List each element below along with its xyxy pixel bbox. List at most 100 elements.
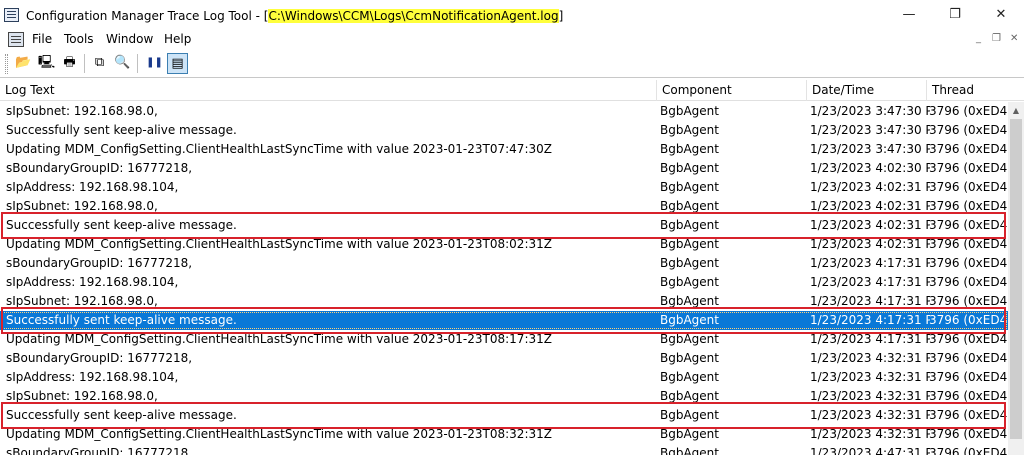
app-icon bbox=[4, 8, 19, 22]
close-button[interactable]: ✕ bbox=[978, 0, 1024, 30]
component-cell: BgbAgent bbox=[660, 408, 719, 422]
thread-cell: 3796 (0xED4) bbox=[929, 408, 1007, 422]
component-cell: BgbAgent bbox=[660, 161, 719, 175]
log-row[interactable]: Updating MDM_ConfigSetting.ClientHealthL… bbox=[0, 235, 1008, 254]
log-text-cell: Updating MDM_ConfigSetting.ClientHealthL… bbox=[6, 427, 552, 441]
scrollbar-thumb[interactable] bbox=[1010, 119, 1022, 439]
mdi-minimize-button[interactable]: _ bbox=[976, 33, 981, 44]
datetime-cell: 1/23/2023 4:47:31 PM bbox=[810, 446, 930, 455]
datetime-cell: 1/23/2023 3:47:30 PM bbox=[810, 142, 930, 156]
thread-cell: 3796 (0xED4) bbox=[929, 256, 1007, 270]
open-remote-icon[interactable]: 🖳 bbox=[36, 53, 57, 74]
pause-icon[interactable]: ❚❚ bbox=[144, 53, 165, 74]
thread-cell: 3796 (0xED4) bbox=[929, 332, 1007, 346]
column-header-row: Log Text Component Date/Time Thread bbox=[0, 80, 1024, 101]
log-row[interactable]: sIpSubnet: 192.168.98.0, BgbAgent 1/23/202… bbox=[0, 102, 1008, 121]
highlight-icon[interactable]: ▤ bbox=[167, 53, 188, 74]
thread-cell: 3796 (0xED4) bbox=[929, 180, 1007, 194]
log-row[interactable]: sBoundaryGroupID: 16777218, BgbAgent 1/23/… bbox=[0, 159, 1008, 178]
column-header-component[interactable]: Component bbox=[657, 80, 807, 101]
column-header-log-text[interactable]: Log Text bbox=[0, 80, 657, 101]
open-icon[interactable]: 📂 bbox=[13, 53, 34, 74]
copy-icon[interactable]: ⧉ bbox=[89, 53, 110, 74]
log-row[interactable]: Successfully sent keep-alive message. Bgb… bbox=[0, 311, 1008, 330]
column-header-datetime[interactable]: Date/Time bbox=[807, 80, 927, 101]
datetime-cell: 1/23/2023 4:17:31 PM bbox=[810, 313, 930, 327]
log-row[interactable]: sBoundaryGroupID: 16777218, BgbAgent 1/23/… bbox=[0, 444, 1008, 455]
component-cell: BgbAgent bbox=[660, 427, 719, 441]
log-text-cell: sIpSubnet: 192.168.98.0, bbox=[6, 199, 158, 213]
log-text-cell: sIpSubnet: 192.168.98.0, bbox=[6, 294, 158, 308]
print-icon[interactable]: 🖶 bbox=[59, 53, 80, 74]
thread-cell: 3796 (0xED4) bbox=[929, 389, 1007, 403]
toolbar-separator bbox=[84, 54, 85, 73]
thread-cell: 3796 (0xED4) bbox=[929, 370, 1007, 384]
log-text-cell: sIpAddress: 192.168.98.104, bbox=[6, 180, 179, 194]
menu-file[interactable]: File bbox=[32, 32, 52, 46]
datetime-cell: 1/23/2023 4:02:31 PM bbox=[810, 180, 930, 194]
menu-window[interactable]: Window bbox=[106, 32, 153, 46]
thread-cell: 3796 (0xED4) bbox=[929, 446, 1007, 455]
component-cell: BgbAgent bbox=[660, 142, 719, 156]
log-text-cell: sBoundaryGroupID: 16777218, bbox=[6, 256, 193, 270]
component-cell: BgbAgent bbox=[660, 256, 719, 270]
thread-cell: 3796 (0xED4) bbox=[929, 142, 1007, 156]
log-row[interactable]: sIpAddress: 192.168.98.104, BgbAgent 1/23/… bbox=[0, 273, 1008, 292]
log-row[interactable]: Updating MDM_ConfigSetting.ClientHealthL… bbox=[0, 425, 1008, 444]
log-row[interactable]: Updating MDM_ConfigSetting.ClientHealthL… bbox=[0, 330, 1008, 349]
log-row[interactable]: sBoundaryGroupID: 16777218, BgbAgent 1/23/… bbox=[0, 254, 1008, 273]
log-row[interactable]: sBoundaryGroupID: 16777218, BgbAgent 1/23/… bbox=[0, 349, 1008, 368]
component-cell: BgbAgent bbox=[660, 389, 719, 403]
toolbar-grip[interactable] bbox=[5, 54, 8, 74]
log-text-cell: Successfully sent keep-alive message. bbox=[6, 313, 237, 327]
scroll-up-icon[interactable]: ▲ bbox=[1008, 102, 1024, 119]
thread-cell: 3796 (0xED4) bbox=[929, 123, 1007, 137]
vertical-scrollbar[interactable]: ▲ bbox=[1008, 102, 1024, 455]
toolbar-separator bbox=[137, 54, 138, 73]
thread-cell: 3796 (0xED4) bbox=[929, 199, 1007, 213]
thread-cell: 3796 (0xED4) bbox=[929, 161, 1007, 175]
log-row[interactable]: Successfully sent keep-alive message. Bgb… bbox=[0, 121, 1008, 140]
component-cell: BgbAgent bbox=[660, 313, 719, 327]
thread-cell: 3796 (0xED4) bbox=[929, 218, 1007, 232]
log-row[interactable]: Successfully sent keep-alive message. Bgb… bbox=[0, 406, 1008, 425]
component-cell: BgbAgent bbox=[660, 332, 719, 346]
component-cell: BgbAgent bbox=[660, 294, 719, 308]
log-text-cell: sBoundaryGroupID: 16777218, bbox=[6, 446, 193, 455]
window-title: Configuration Manager Trace Log Tool - [… bbox=[26, 9, 563, 23]
log-grid: Log Text Component Date/Time Thread sIpS… bbox=[0, 80, 1024, 455]
title-bar: Configuration Manager Trace Log Tool - [… bbox=[0, 0, 1024, 30]
minimize-button[interactable]: — bbox=[886, 0, 932, 30]
log-text-cell: sBoundaryGroupID: 16777218, bbox=[6, 161, 193, 175]
log-row[interactable]: sIpAddress: 192.168.98.104, BgbAgent 1/23/… bbox=[0, 178, 1008, 197]
component-cell: BgbAgent bbox=[660, 180, 719, 194]
mdi-close-button[interactable]: ✕ bbox=[1010, 33, 1018, 44]
thread-cell: 3796 (0xED4) bbox=[929, 104, 1007, 118]
log-text-cell: sIpSubnet: 192.168.98.0, bbox=[6, 389, 158, 403]
log-row[interactable]: Successfully sent keep-alive message. Bgb… bbox=[0, 216, 1008, 235]
menu-help[interactable]: Help bbox=[164, 32, 191, 46]
log-row[interactable]: sIpSubnet: 192.168.98.0, BgbAgent 1/23/202… bbox=[0, 387, 1008, 406]
datetime-cell: 1/23/2023 4:32:31 PM bbox=[810, 370, 930, 384]
restore-button[interactable]: ❐ bbox=[932, 0, 978, 30]
log-row[interactable]: Updating MDM_ConfigSetting.ClientHealthL… bbox=[0, 140, 1008, 159]
thread-cell: 3796 (0xED4) bbox=[929, 427, 1007, 441]
log-row[interactable]: sIpSubnet: 192.168.98.0, BgbAgent 1/23/202… bbox=[0, 292, 1008, 311]
datetime-cell: 1/23/2023 4:32:31 PM bbox=[810, 351, 930, 365]
datetime-cell: 1/23/2023 4:17:31 PM bbox=[810, 256, 930, 270]
column-header-thread[interactable]: Thread bbox=[927, 80, 1024, 101]
title-log-path: C:\Windows\CCM\Logs\CcmNotificationAgent… bbox=[268, 9, 559, 23]
menu-tools[interactable]: Tools bbox=[64, 32, 94, 46]
log-row[interactable]: sIpSubnet: 192.168.98.0, BgbAgent 1/23/202… bbox=[0, 197, 1008, 216]
component-cell: BgbAgent bbox=[660, 275, 719, 289]
component-cell: BgbAgent bbox=[660, 351, 719, 365]
mdi-restore-button[interactable]: ❐ bbox=[992, 33, 1001, 44]
datetime-cell: 1/23/2023 3:47:30 PM bbox=[810, 104, 930, 118]
document-icon[interactable] bbox=[8, 32, 24, 47]
log-row[interactable]: sIpAddress: 192.168.98.104, BgbAgent 1/23/… bbox=[0, 368, 1008, 387]
component-cell: BgbAgent bbox=[660, 199, 719, 213]
thread-cell: 3796 (0xED4) bbox=[929, 351, 1007, 365]
log-text-cell: Successfully sent keep-alive message. bbox=[6, 218, 237, 232]
log-text-cell: Updating MDM_ConfigSetting.ClientHealthL… bbox=[6, 237, 552, 251]
find-icon[interactable]: 🔍 bbox=[112, 53, 133, 74]
